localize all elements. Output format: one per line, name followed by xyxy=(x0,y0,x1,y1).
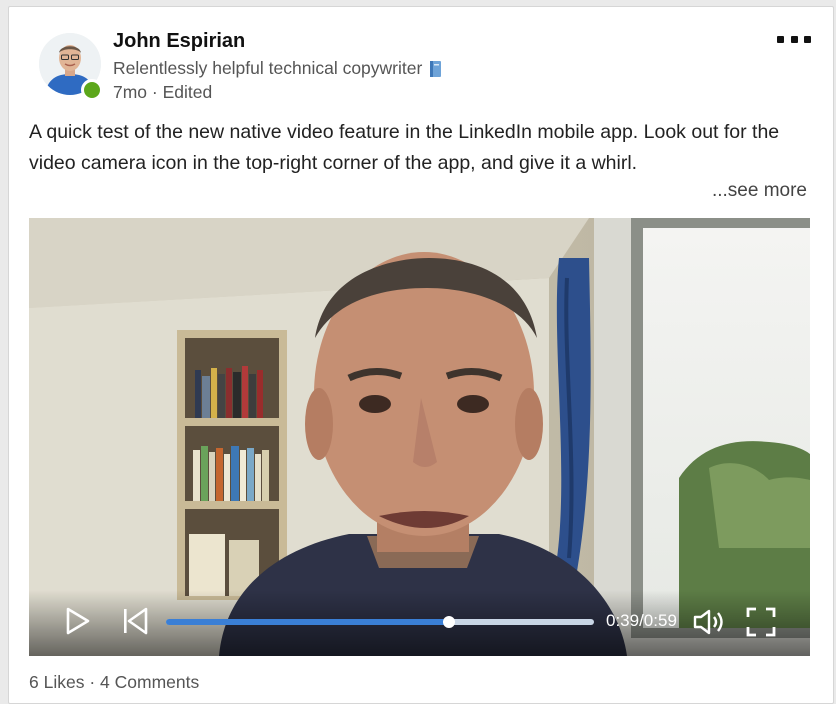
blue-book-icon xyxy=(428,60,443,78)
likes-count[interactable]: 6 Likes xyxy=(29,672,84,692)
post-age: 7mo xyxy=(113,82,148,102)
see-more-link[interactable]: ...see more xyxy=(712,180,807,202)
video-time: 0:39/0:59 xyxy=(606,611,677,630)
online-status-indicator xyxy=(81,79,103,101)
progress-bar[interactable] xyxy=(166,616,594,628)
video-player[interactable]: 0:39/0:59 xyxy=(29,218,810,656)
author-name[interactable]: John Espirian xyxy=(113,30,245,53)
post-card: John Espirian Relentlessly helpful techn… xyxy=(8,6,834,704)
post-text: A quick test of the new native video fea… xyxy=(29,121,780,174)
author-headline: Relentlessly helpful technical copywrite… xyxy=(113,58,443,79)
comments-count[interactable]: 4 Comments xyxy=(100,672,199,692)
meta-separator: · xyxy=(151,82,158,102)
social-counts: 6 Likes · 4 Comments xyxy=(29,672,199,693)
more-dots-icon[interactable] xyxy=(777,29,811,49)
progress-thumb[interactable] xyxy=(442,616,455,628)
video-controls: 0:39/0:59 xyxy=(29,590,810,656)
social-separator: · xyxy=(89,672,96,692)
progress-fill xyxy=(166,619,449,625)
play-icon[interactable] xyxy=(65,606,91,636)
fullscreen-icon[interactable] xyxy=(745,606,777,638)
post-meta: 7mo · Edited xyxy=(113,82,212,103)
rewind-icon[interactable] xyxy=(121,606,149,636)
headline-text: Relentlessly helpful technical copywrite… xyxy=(113,58,423,78)
volume-icon[interactable] xyxy=(692,607,726,637)
edited-label: Edited xyxy=(162,82,213,102)
